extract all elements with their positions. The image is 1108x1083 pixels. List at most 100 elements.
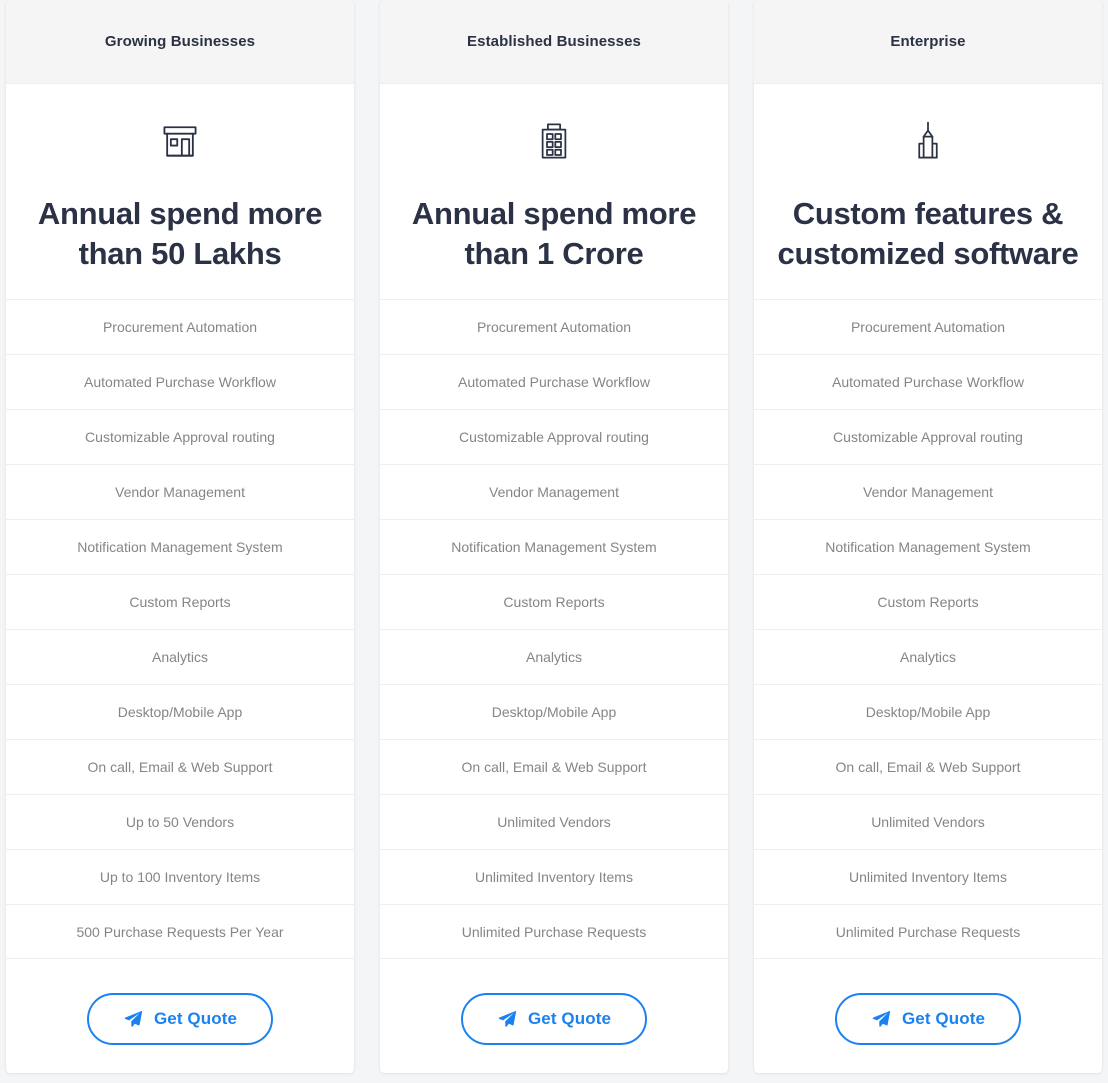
storefront-icon <box>6 110 354 172</box>
feature-text: Notification Management System <box>77 539 283 556</box>
plan-header-title: Enterprise <box>890 33 966 50</box>
plan-headline: Annual spend more than 1 Crore <box>411 196 697 271</box>
cta-area: Get Quote <box>380 959 728 1046</box>
feature-row: Unlimited Purchase Requests <box>380 904 728 960</box>
plan-card-growing-businesses: Growing Businesses Annual spend more tha… <box>6 0 354 1073</box>
feature-text: Customizable Approval routing <box>85 429 275 446</box>
get-quote-label: Get Quote <box>901 1009 986 1029</box>
feature-row: On call, Email & Web Support <box>380 739 728 794</box>
feature-row: Desktop/Mobile App <box>380 684 728 739</box>
feature-text: On call, Email & Web Support <box>835 759 1021 776</box>
cta-area: Get Quote <box>6 959 354 1046</box>
get-quote-button[interactable]: Get Quote <box>460 993 648 1046</box>
cta-area: Get Quote <box>754 959 1102 1046</box>
get-quote-button[interactable]: Get Quote <box>86 993 274 1046</box>
feature-text: Procurement Automation <box>850 319 1006 336</box>
feature-text: Procurement Automation <box>476 319 632 336</box>
feature-row: Analytics <box>380 629 728 684</box>
feature-row: Automated Purchase Workflow <box>380 354 728 409</box>
feature-text: Automated Purchase Workflow <box>84 374 276 391</box>
feature-text: On call, Email & Web Support <box>461 759 647 776</box>
feature-row: Vendor Management <box>6 464 354 519</box>
feature-row: 500 Purchase Requests Per Year <box>6 904 354 960</box>
paper-plane-icon <box>871 1009 891 1029</box>
plan-card-enterprise: Enterprise Custom features & customized … <box>754 0 1102 1073</box>
feature-text: Up to 100 Inventory Items <box>99 869 261 886</box>
feature-row: Desktop/Mobile App <box>754 684 1102 739</box>
feature-row: Unlimited Inventory Items <box>380 849 728 904</box>
feature-text: Customizable Approval routing <box>833 429 1023 446</box>
plan-body: Annual spend more than 1 Crore Procureme… <box>380 84 728 1073</box>
get-quote-button[interactable]: Get Quote <box>834 993 1022 1046</box>
feature-text: Custom Reports <box>877 594 979 611</box>
feature-text: Automated Purchase Workflow <box>458 374 650 391</box>
feature-row: Customizable Approval routing <box>380 409 728 464</box>
get-quote-label: Get Quote <box>153 1009 238 1029</box>
feature-text: Notification Management System <box>825 539 1031 556</box>
plan-headline: Annual spend more than 50 Lakhs <box>37 196 323 271</box>
plan-card-established-businesses: Established Businesses Annual spend more… <box>380 0 728 1073</box>
feature-row: Unlimited Vendors <box>380 794 728 849</box>
feature-text: Unlimited Inventory Items <box>475 869 633 886</box>
feature-text: Unlimited Vendors <box>497 814 611 831</box>
feature-text: Desktop/Mobile App <box>117 704 243 721</box>
plan-header-title: Growing Businesses <box>104 33 256 50</box>
feature-row: Unlimited Vendors <box>754 794 1102 849</box>
pricing-table: Growing Businesses Annual spend more tha… <box>0 0 1108 1083</box>
feature-row: Unlimited Purchase Requests <box>754 904 1102 960</box>
feature-text: Vendor Management <box>115 484 245 501</box>
plan-body: Annual spend more than 50 Lakhs Procurem… <box>6 84 354 1073</box>
feature-row: Custom Reports <box>6 574 354 629</box>
feature-row: Analytics <box>754 629 1102 684</box>
feature-row: Customizable Approval routing <box>754 409 1102 464</box>
feature-row: Analytics <box>6 629 354 684</box>
paper-plane-icon <box>497 1009 517 1029</box>
feature-list: Procurement Automation Automated Purchas… <box>6 299 354 960</box>
plan-header: Growing Businesses <box>6 0 354 84</box>
feature-text: Desktop/Mobile App <box>865 704 991 721</box>
feature-text: Unlimited Inventory Items <box>849 869 1007 886</box>
feature-text: Custom Reports <box>503 594 605 611</box>
feature-text: Analytics <box>899 649 957 666</box>
feature-row: Procurement Automation <box>380 299 728 354</box>
feature-text: Notification Management System <box>451 539 657 556</box>
feature-row: Customizable Approval routing <box>6 409 354 464</box>
office-building-icon <box>380 110 728 172</box>
feature-row: Notification Management System <box>754 519 1102 574</box>
feature-text: Custom Reports <box>129 594 231 611</box>
feature-text: Vendor Management <box>489 484 619 501</box>
feature-row: Automated Purchase Workflow <box>6 354 354 409</box>
plan-headline: Custom features & customized software <box>777 196 1079 271</box>
feature-text: Desktop/Mobile App <box>491 704 617 721</box>
feature-row: On call, Email & Web Support <box>6 739 354 794</box>
feature-row: Vendor Management <box>754 464 1102 519</box>
feature-text: Vendor Management <box>863 484 993 501</box>
feature-row: Custom Reports <box>754 574 1102 629</box>
feature-text: Automated Purchase Workflow <box>832 374 1024 391</box>
feature-text: Analytics <box>151 649 209 666</box>
plan-header: Established Businesses <box>380 0 728 84</box>
feature-row: Notification Management System <box>380 519 728 574</box>
feature-row: Desktop/Mobile App <box>6 684 354 739</box>
feature-text: Up to 50 Vendors <box>125 814 235 831</box>
feature-text: Procurement Automation <box>102 319 258 336</box>
feature-text: Unlimited Purchase Requests <box>461 923 647 940</box>
feature-row: On call, Email & Web Support <box>754 739 1102 794</box>
feature-row: Procurement Automation <box>754 299 1102 354</box>
feature-text: Customizable Approval routing <box>459 429 649 446</box>
feature-text: Unlimited Purchase Requests <box>835 923 1021 940</box>
feature-text: Analytics <box>525 649 583 666</box>
get-quote-label: Get Quote <box>527 1009 612 1029</box>
feature-row: Procurement Automation <box>6 299 354 354</box>
feature-row: Unlimited Inventory Items <box>754 849 1102 904</box>
skyscraper-icon <box>754 110 1102 172</box>
feature-row: Up to 100 Inventory Items <box>6 849 354 904</box>
feature-row: Vendor Management <box>380 464 728 519</box>
feature-text: 500 Purchase Requests Per Year <box>76 923 284 940</box>
paper-plane-icon <box>123 1009 143 1029</box>
feature-list: Procurement Automation Automated Purchas… <box>754 299 1102 960</box>
feature-list: Procurement Automation Automated Purchas… <box>380 299 728 960</box>
plan-body: Custom features & customized software Pr… <box>754 84 1102 1073</box>
feature-row: Up to 50 Vendors <box>6 794 354 849</box>
feature-row: Automated Purchase Workflow <box>754 354 1102 409</box>
